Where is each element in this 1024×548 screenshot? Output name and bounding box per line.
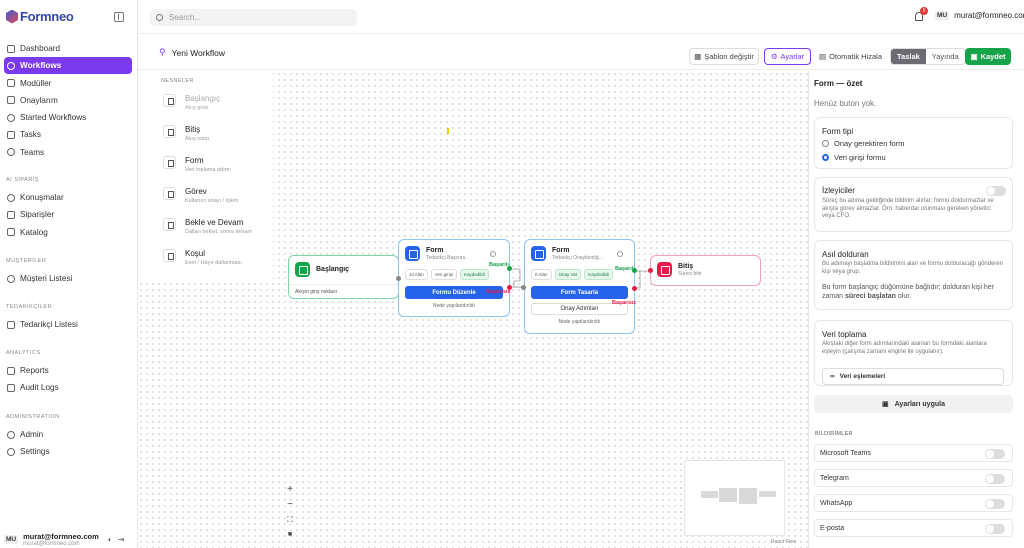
form-icon [405,246,420,261]
panel-title: Form — özet [814,79,863,88]
flag-icon [163,125,176,138]
fail-port[interactable] [632,286,637,291]
stop-icon [657,262,672,277]
play-icon [295,262,310,277]
cursor-marker [447,128,449,134]
palette-item-end[interactable]: Bitiş Akış sonu [163,125,209,142]
zoom-controls: + − ⛶ ■ [283,482,297,542]
properties-panel: Form — özet Henüz buton yok. Form tipi O… [808,71,1024,548]
notifications-title: BİLDİRİMLER [815,431,853,437]
radio-data-entry-form[interactable]: Veri girişi formu [822,153,886,162]
email-toggle[interactable] [985,524,1005,534]
input-port[interactable] [648,268,653,273]
form-type-card: Form tipi Onay gerektiren form Veri giri… [814,117,1013,169]
link-icon: ∞ [830,373,835,380]
node-settings-icon[interactable] [490,251,496,257]
palette-item-condition[interactable]: Koşul Evet / Hayır dallanması [163,249,242,266]
minimap-node [701,491,718,498]
data-collection-title: Veri toplama [822,330,867,339]
node-chips: 1ti Alan Veri girişi Kaydedildi [399,269,509,280]
form-type-title: Form tipi [822,127,854,136]
success-port[interactable] [507,266,512,271]
minimap-node [759,491,776,497]
data-collection-text: Akıştaki diğer form adımlarındaki alanla… [822,341,987,355]
node-end[interactable]: Bitiş Süreci bitir [650,255,761,286]
palette-item-task[interactable]: Görev Kullanıcı onayı / işlem [163,187,239,204]
design-form-button[interactable]: Form Tasarla [531,286,628,299]
play-icon [163,94,176,107]
input-port[interactable] [521,285,526,290]
data-collection-card: Veri toplama Akıştaki diğer form adımlar… [814,320,1013,386]
teams-toggle[interactable] [985,449,1005,459]
fit-view-icon[interactable]: ⛶ [283,512,297,527]
node-settings-icon[interactable] [617,251,623,257]
node-status: Node yapılandırıldı [558,319,601,325]
filler-note: Bu form başlangıç düğümüne bağlıdır; dol… [822,284,994,300]
telegram-toggle[interactable] [985,474,1005,484]
input-port[interactable] [396,276,401,281]
whatsapp-toggle[interactable] [985,499,1005,509]
minimap-node [739,488,757,504]
apply-settings-button[interactable]: ▣ Ayarları uygula [814,395,1013,413]
branch-icon [163,249,176,262]
react-flow-attribution[interactable]: React Flow [771,539,796,545]
watchers-title: İzleyiciler [822,186,855,195]
minimap-node [719,488,737,502]
fail-label: Başarısız [612,300,637,306]
node-form-1[interactable]: Form Tedarikçi Başvuru 1ti Alan Veri giri… [398,239,510,317]
palette-item-form[interactable]: Form Veri toplama adımı [163,156,231,173]
panel-hint: Henüz buton yok. [814,99,877,108]
clock-icon [163,218,176,231]
form-icon [531,246,546,261]
form-icon [163,156,176,169]
task-icon [163,187,176,200]
watchers-card: İzleyiciler Süreç bu adıma geldiğinde bi… [814,177,1013,232]
node-start-foot: Akışın giriş noktası [289,284,398,299]
filler-text: Bu adımayı başlatma bildirimini alan ve … [822,261,1004,275]
save-icon: ▣ [882,401,889,408]
fail-label: Başarısız [486,289,511,295]
filler-title: Asıl dolduran [822,250,869,259]
zoom-in-icon[interactable]: + [283,482,297,497]
node-form-2[interactable]: Form Tedarikçi Onaylandığ... 0 Alan Onay … [524,239,635,334]
node-start[interactable]: Başlangıç Akışın giriş noktası [288,255,399,299]
palette-title: NESNELER [161,78,194,84]
palette-item-wait[interactable]: Bekle ve Devam Dalları beklet, sonra deva… [163,218,252,235]
minimap[interactable] [684,460,785,536]
watchers-text: Süreç bu adıma geldiğinde bildirim alırl… [822,198,994,219]
fail-port[interactable] [507,285,512,290]
success-port[interactable] [632,268,637,273]
data-mapping-button[interactable]: ∞ Veri eşlemeleri [822,368,1004,385]
watchers-toggle[interactable] [986,186,1006,196]
radio-icon [822,140,829,147]
radio-icon [822,154,829,161]
zoom-out-icon[interactable]: − [283,497,297,512]
filler-card: Asıl dolduran Bu adımayı başlatma bildir… [814,240,1013,310]
notif-whatsapp: WhatsApp [814,494,1013,512]
radio-approval-form[interactable]: Onay gerektiren form [822,139,904,148]
notif-email: E-posta [814,519,1013,537]
lock-icon[interactable]: ■ [283,527,297,542]
palette-item-start[interactable]: Başlangıç Akış girişi [163,94,220,111]
notif-teams: Microsoft Teams [814,444,1013,462]
notif-telegram: Telegram [814,469,1013,487]
node-status: Node yapılandırıldı [433,303,475,309]
success-label: Başarılı [489,262,509,268]
